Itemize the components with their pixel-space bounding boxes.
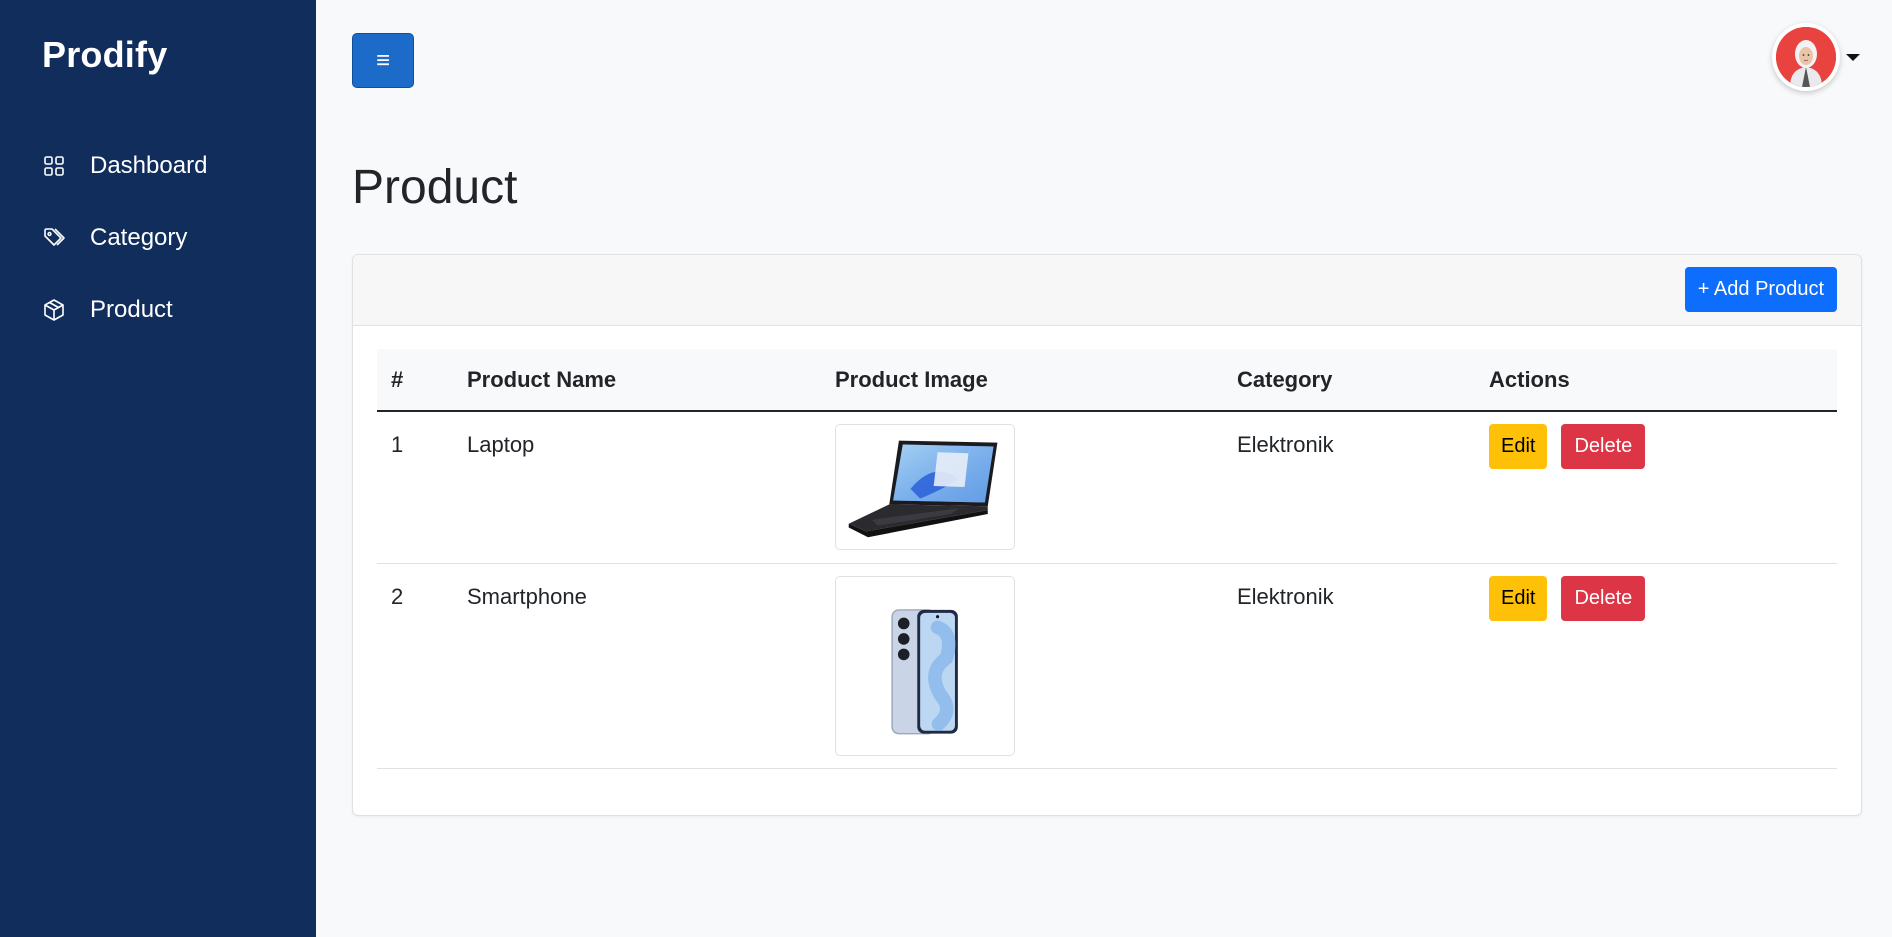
actions-cell: Edit Delete [1475,563,1837,769]
sidebar-item-label: Dashboard [90,152,208,179]
box-icon [42,298,66,322]
row-number: 1 [377,411,453,564]
chevron-down-icon [1846,53,1860,61]
column-header: Product Image [835,366,988,392]
sidebar-item-label: Category [90,224,188,251]
table-row: 2 Smartphone Elektronik Edit Delete [377,563,1837,769]
product-image-cell [821,411,1223,564]
row-number: 2 [377,563,453,769]
table-row: 1 Laptop Elektronik Edit Delete [377,411,1837,564]
row-actions: Edit Delete [1489,575,1837,621]
brand-logo[interactable]: Prodify [42,34,167,76]
avatar [1772,23,1840,91]
delete-button[interactable]: Delete [1561,575,1646,621]
sidebar-item-label: Product [90,296,173,323]
edit-button[interactable]: Edit [1489,424,1548,469]
actions-cell: Edit Delete [1475,411,1837,564]
card-header: + Add Product [353,255,1861,326]
sidebar-nav: Dashboard Category Product [0,130,316,346]
tags-icon [42,226,66,250]
user-menu[interactable] [1772,22,1864,92]
product-category: Elektronik [1223,411,1475,564]
sidebar-item-category[interactable]: Category [0,202,316,274]
sidebar-item-product[interactable]: Product [0,274,316,346]
row-actions: Edit Delete [1489,424,1837,469]
column-header: Category [1237,366,1333,392]
table-header-row: # Product Name Product Image Category Ac… [377,349,1837,411]
laptop-image [835,424,1015,550]
delete-button[interactable]: Delete [1561,424,1646,469]
grid-icon [42,154,66,178]
smartphone-image [835,575,1015,756]
column-header: Actions [1489,366,1570,392]
product-card: + Add Product # Product Name Product Ima… [352,254,1862,816]
column-header: # [391,366,404,392]
add-product-button[interactable]: + Add Product [1684,267,1837,312]
product-category: Elektronik [1223,563,1475,769]
product-table: # Product Name Product Image Category Ac… [377,349,1837,769]
sidebar-toggle-button[interactable]: ≡ [352,33,414,88]
product-image-cell [821,563,1223,769]
page-title: Product [352,161,518,214]
sidebar-item-dashboard[interactable]: Dashboard [0,130,316,202]
main-content: ≡ Product + Add Product # Product Name P… [316,0,1892,937]
user-avatar-image [1776,27,1836,87]
product-name: Smartphone [453,563,821,769]
column-header: Product Name [467,366,617,392]
edit-button[interactable]: Edit [1489,575,1548,621]
sidebar: Prodify Dashboard Category Product [0,0,316,937]
product-name: Laptop [453,411,821,564]
